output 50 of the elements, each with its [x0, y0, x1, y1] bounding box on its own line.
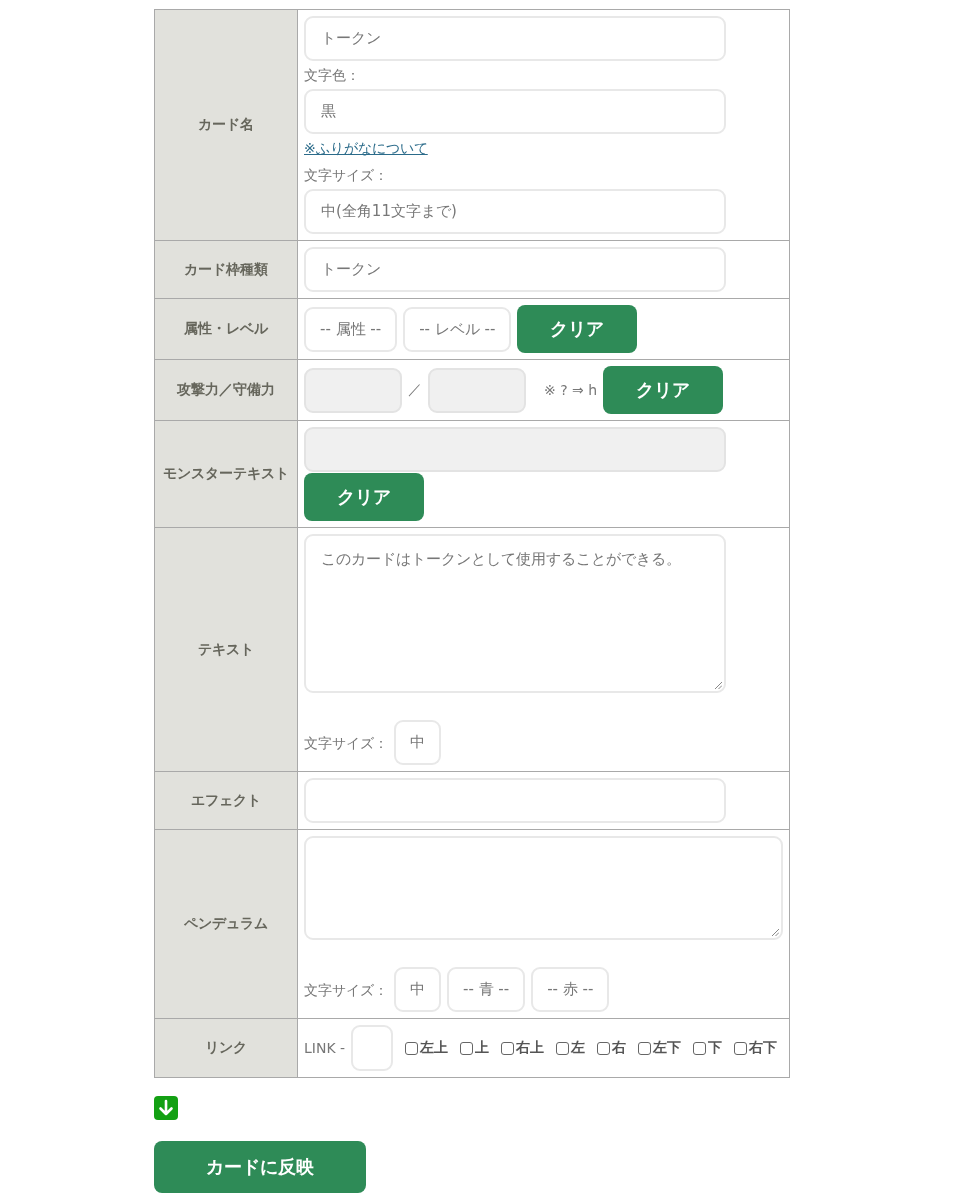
- checkbox[interactable]: [734, 1041, 748, 1055]
- row-header: ペンデュラム: [154, 829, 298, 1019]
- text-link[interactable]: ※ふりがなについて: [304, 135, 428, 161]
- row-header: 属性・レベル: [154, 298, 298, 360]
- text-field[interactable]: トークン: [304, 16, 726, 61]
- select-field[interactable]: 黒: [304, 89, 726, 134]
- row-header: エフェクト: [154, 771, 298, 830]
- field-label: 文字サイズ：: [304, 733, 388, 753]
- checkbox-label[interactable]: 右: [612, 1039, 627, 1057]
- field-label: 文字サイズ：: [304, 980, 388, 1000]
- inline-text: LINK -: [304, 1040, 346, 1056]
- text-area[interactable]: このカードはトークンとして使用することができる。: [304, 534, 726, 693]
- checkbox-label[interactable]: 左: [571, 1039, 586, 1057]
- resize-grip-icon[interactable]: [715, 682, 722, 689]
- row-header: カード名: [154, 9, 298, 241]
- checkbox[interactable]: [693, 1041, 707, 1055]
- row-header: リンク: [154, 1018, 298, 1078]
- checkbox[interactable]: [597, 1041, 611, 1055]
- field-label: 文字サイズ：: [304, 166, 388, 185]
- select-field[interactable]: 中: [394, 720, 441, 765]
- checkbox-label[interactable]: 下: [708, 1039, 723, 1057]
- select-field[interactable]: 中(全角11文字まで): [304, 189, 726, 234]
- checkbox[interactable]: [501, 1041, 515, 1055]
- resize-grip-icon[interactable]: [772, 929, 779, 936]
- checkbox[interactable]: [556, 1041, 570, 1055]
- row-header: テキスト: [154, 527, 298, 772]
- hint-text: ※ ? ⇒ h: [544, 382, 598, 398]
- checkbox-label[interactable]: 右上: [516, 1039, 545, 1057]
- checkbox[interactable]: [405, 1041, 419, 1055]
- row-header: モンスターテキスト: [154, 420, 298, 528]
- select-field[interactable]: 中: [394, 967, 441, 1012]
- field-label: 文字色：: [304, 66, 360, 85]
- row-header: 攻撃力／守備力: [154, 359, 298, 421]
- clear-button[interactable]: クリア: [517, 305, 638, 353]
- checkbox-label[interactable]: 左下: [653, 1039, 682, 1057]
- checkbox-label[interactable]: 上: [475, 1039, 490, 1057]
- clear-button[interactable]: クリア: [304, 473, 424, 521]
- select-field[interactable]: -- 青 --: [447, 967, 526, 1012]
- inline-text: ／: [408, 381, 422, 399]
- select-field[interactable]: -- 属性 --: [304, 306, 398, 352]
- select-field[interactable]: -- レベル --: [403, 306, 512, 352]
- apply-button[interactable]: カードに反映: [154, 1141, 366, 1193]
- row-header: カード枠種類: [154, 240, 298, 299]
- checkbox-label[interactable]: 左上: [420, 1039, 449, 1057]
- checkbox-label[interactable]: 右下: [749, 1039, 778, 1057]
- clear-button[interactable]: クリア: [603, 366, 724, 414]
- checkbox[interactable]: [638, 1041, 652, 1055]
- checkbox[interactable]: [460, 1041, 474, 1055]
- select-field[interactable]: トークン: [304, 247, 726, 292]
- select-field[interactable]: -- 赤 --: [531, 967, 610, 1012]
